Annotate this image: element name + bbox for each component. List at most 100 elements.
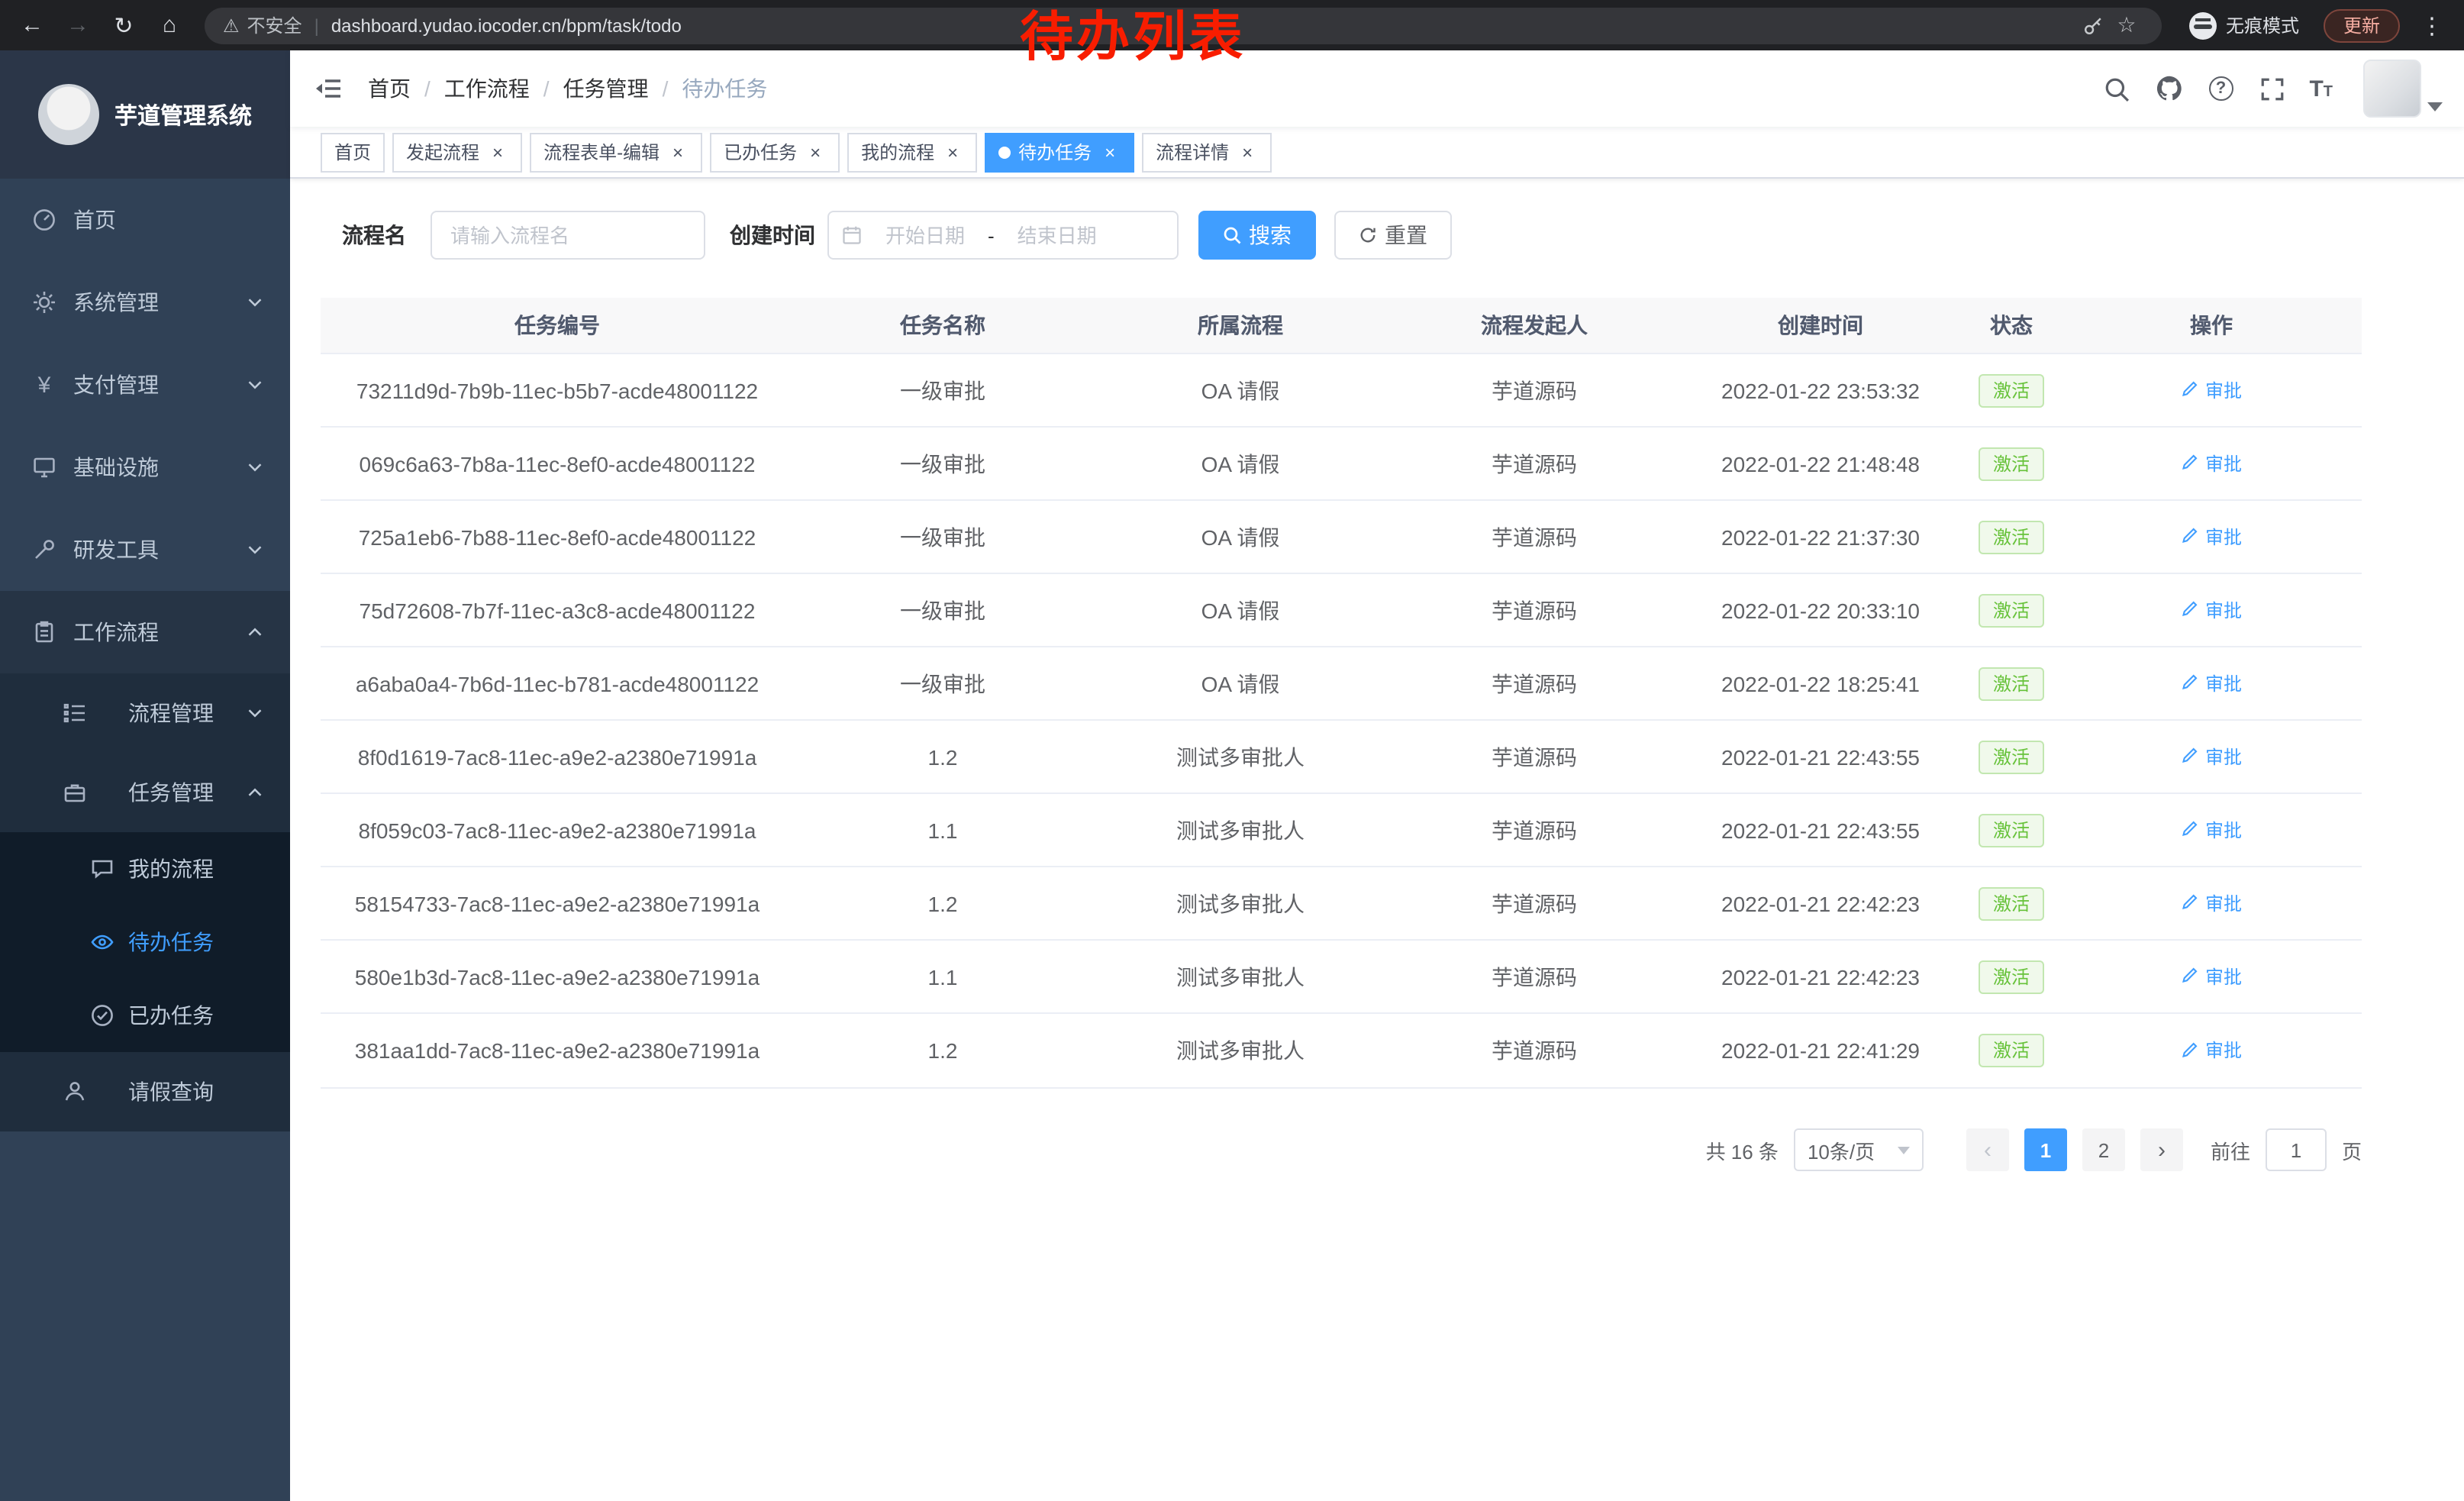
page-number-2[interactable]: 2 (2082, 1128, 2125, 1171)
process-cell: OA 请假 (1092, 595, 1389, 625)
approve-link[interactable]: 审批 (2181, 890, 2242, 916)
sidebar-item-label: 流程管理 (128, 698, 214, 728)
wrench-icon (31, 536, 58, 563)
action-cell: 审批 (2061, 1038, 2362, 1064)
update-button[interactable]: 更新 (2324, 8, 2400, 42)
close-icon[interactable]: × (1237, 141, 1258, 163)
gear-icon (31, 289, 58, 316)
tab-label: 待办任务 (1018, 139, 1092, 165)
next-page-button[interactable]: › (2140, 1128, 2183, 1171)
edit-icon (2181, 747, 2199, 766)
font-size-icon[interactable]: TT (2309, 76, 2333, 102)
tab-done-task[interactable]: 已办任务× (710, 132, 840, 172)
approve-link[interactable]: 审批 (2181, 524, 2242, 550)
start-date-input[interactable] (866, 224, 985, 247)
task-id-cell: 725a1eb6-7b88-11ec-8ef0-acde48001122 (321, 525, 794, 549)
approve-link[interactable]: 审批 (2181, 450, 2242, 476)
tab-label: 流程表单-编辑 (543, 139, 660, 165)
sidebar-item-leave-query[interactable]: 请假查询 (0, 1052, 290, 1131)
approve-link[interactable]: 审批 (2181, 670, 2242, 696)
task-name-cell: 1.2 (794, 891, 1092, 915)
close-icon[interactable]: × (1099, 141, 1121, 163)
sidebar-item-task-management[interactable]: 任务管理 (0, 753, 290, 832)
sidebar-item-todo-task[interactable]: 待办任务 (0, 905, 290, 979)
approve-link-label: 审批 (2205, 597, 2242, 623)
sidebar-item-label: 待办任务 (128, 927, 214, 957)
breadcrumb-home[interactable]: 首页 (368, 73, 411, 104)
status-badge: 激活 (1979, 886, 2043, 920)
task-id-cell: a6aba0a4-7b6d-11ec-b781-acde48001122 (321, 671, 794, 696)
sidebar-item-infrastructure[interactable]: 基础设施 (0, 426, 290, 508)
breadcrumb-task-management[interactable]: 任务管理 (563, 73, 649, 104)
page-size-select[interactable]: 10条/页 (1794, 1128, 1924, 1171)
date-range-picker[interactable]: - (827, 211, 1179, 260)
tab-todo-task[interactable]: 待办任务 × (985, 132, 1134, 172)
starter-cell: 芋道源码 (1389, 1035, 1679, 1066)
search-button[interactable]: 搜索 (1198, 211, 1316, 260)
close-icon[interactable]: × (667, 141, 689, 163)
reset-button[interactable]: 重置 (1334, 211, 1452, 260)
chevron-up-icon (247, 625, 263, 640)
edit-icon (2181, 1041, 2199, 1060)
header-starter: 流程发起人 (1389, 310, 1679, 341)
chevron-up-icon (247, 785, 263, 800)
approve-link[interactable]: 审批 (2181, 377, 2242, 403)
approve-link[interactable]: 审批 (2181, 964, 2242, 989)
edit-icon (2181, 674, 2199, 692)
tab-process-detail[interactable]: 流程详情× (1142, 132, 1272, 172)
tab-start-process[interactable]: 发起流程× (392, 132, 522, 172)
action-cell: 审批 (2061, 524, 2362, 550)
sidebar-item-payment[interactable]: ¥ 支付管理 (0, 344, 290, 426)
close-icon[interactable]: × (805, 141, 826, 163)
total-count: 共 16 条 (1706, 1135, 1779, 1164)
refresh-icon[interactable]: ↻ (104, 5, 144, 45)
task-table: 任务编号 任务名称 所属流程 流程发起人 创建时间 状态 操作 73211d9d… (321, 298, 2362, 1089)
help-icon[interactable]: ? (2205, 73, 2236, 104)
navbar: 首页 / 工作流程 / 任务管理 / 待办任务 ? (290, 50, 2464, 127)
key-icon[interactable] (2076, 15, 2110, 36)
breadcrumb-workflow[interactable]: 工作流程 (444, 73, 530, 104)
tab-home[interactable]: 首页 (321, 132, 385, 172)
task-name-cell: 一级审批 (794, 521, 1092, 552)
breadcrumb-separator: / (543, 76, 550, 101)
prev-page-button[interactable]: ‹ (1966, 1128, 2009, 1171)
fullscreen-icon[interactable] (2257, 73, 2288, 104)
sidebar-item-process-management[interactable]: 流程管理 (0, 673, 290, 753)
home-icon[interactable]: ⌂ (150, 5, 189, 45)
search-icon[interactable] (2101, 73, 2132, 104)
sidebar-menu: 首页 系统管理 ¥ 支付管理 (0, 179, 290, 1131)
sidebar-item-done-task[interactable]: 已办任务 (0, 979, 290, 1052)
logo[interactable]: 芋道管理系统 (0, 50, 290, 179)
sidebar-toggle-icon[interactable] (290, 50, 366, 127)
kebab-menu-icon[interactable]: ⋮ (2412, 5, 2452, 45)
approve-link-label: 审批 (2205, 670, 2242, 696)
approve-link[interactable]: 审批 (2181, 744, 2242, 770)
avatar[interactable] (2363, 60, 2421, 118)
process-cell: OA 请假 (1092, 668, 1389, 699)
tab-form-edit[interactable]: 流程表单-编辑 × (530, 132, 702, 172)
sidebar-item-devtools[interactable]: 研发工具 (0, 508, 290, 591)
sidebar-item-workflow[interactable]: 工作流程 (0, 591, 290, 673)
status-badge: 激活 (1979, 960, 2043, 993)
sidebar-item-label: 任务管理 (128, 777, 214, 808)
tab-my-process[interactable]: 我的流程× (847, 132, 977, 172)
user-menu[interactable] (2363, 60, 2443, 118)
approve-link[interactable]: 审批 (2181, 597, 2242, 623)
end-date-input[interactable] (998, 224, 1117, 247)
approve-link[interactable]: 审批 (2181, 1038, 2242, 1064)
back-icon[interactable]: ← (12, 5, 52, 45)
monitor-icon (31, 454, 58, 481)
sidebar-item-system[interactable]: 系统管理 (0, 261, 290, 344)
github-icon[interactable] (2153, 73, 2184, 104)
approve-link[interactable]: 审批 (2181, 817, 2242, 843)
process-name-input[interactable] (431, 211, 705, 260)
page-number-1[interactable]: 1 (2024, 1128, 2067, 1171)
status-cell: 激活 (1962, 593, 2061, 627)
close-icon[interactable]: × (942, 141, 963, 163)
close-icon[interactable]: × (487, 141, 508, 163)
goto-page-input[interactable] (2266, 1128, 2327, 1171)
forward-icon[interactable]: → (58, 5, 98, 45)
star-icon[interactable]: ☆ (2110, 12, 2143, 38)
sidebar-item-my-process[interactable]: 我的流程 (0, 832, 290, 905)
sidebar-item-home[interactable]: 首页 (0, 179, 290, 261)
